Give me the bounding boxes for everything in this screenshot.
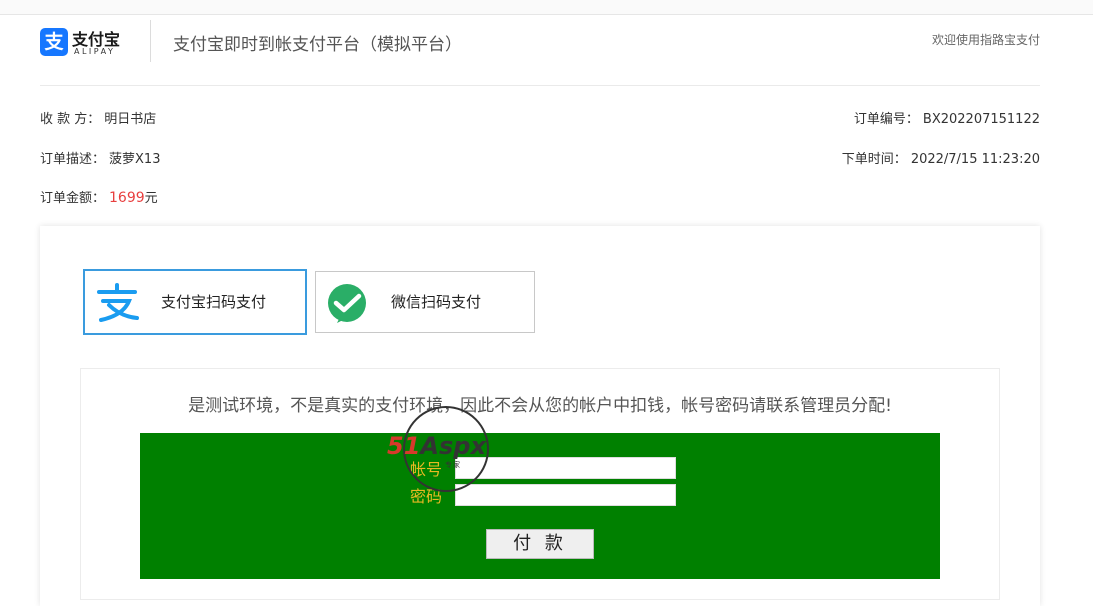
desc-row: 订单描述： 菠萝X13 <box>40 148 160 167</box>
alipay-logo: 支 支付宝 ALIPAY <box>40 26 130 58</box>
password-input[interactable] <box>455 484 676 506</box>
payee-label: 收 款 方： <box>40 112 101 127</box>
account-input[interactable] <box>455 457 676 479</box>
account-label: 帐号 <box>410 460 443 479</box>
wechat-pay-icon <box>328 284 366 323</box>
order-no-row: 订单编号： BX202207151122 <box>854 108 1040 127</box>
password-label: 密码 <box>410 487 443 506</box>
order-no-label: 订单编号： <box>853 112 919 127</box>
amount-unit: 元 <box>144 191 158 206</box>
tab-alipay-label: 支付宝扫码支付 <box>161 293 267 311</box>
order-time-row: 下单时间： 2022/7/15 11:23:20 <box>842 148 1040 167</box>
order-no-value: BX202207151122 <box>922 112 1040 127</box>
browser-bookmarks-strip <box>0 0 1093 15</box>
header-divider <box>150 20 151 62</box>
page-header: 支 支付宝 ALIPAY 支付宝即时到帐支付平台（模拟平台） 欢迎使用指路宝支付 <box>40 20 1040 86</box>
desc-value: 菠萝X13 <box>109 152 161 167</box>
payee-value: 明日书店 <box>104 112 157 127</box>
page-title: 支付宝即时到帐支付平台（模拟平台） <box>173 35 462 55</box>
logo-en-text: ALIPAY <box>74 47 116 56</box>
tab-wechat-label: 微信扫码支付 <box>391 293 482 311</box>
alipay-icon <box>97 283 139 322</box>
tab-alipay-scan-pay[interactable]: 支付宝扫码支付 <box>83 269 307 335</box>
amount-row: 订单金额： 1699元 <box>40 187 158 206</box>
desc-label: 订单描述： <box>40 152 106 167</box>
login-form: 帐号 密码 付 款 <box>140 433 940 579</box>
payment-panel: 支付宝扫码支付 微信扫码支付 是测试环境，不是真实的支付环境，因此不会从您的帐户… <box>40 226 1040 606</box>
order-time-value: 2022/7/15 11:23:20 <box>910 152 1040 167</box>
tab-wechat-scan-pay[interactable]: 微信扫码支付 <box>315 271 535 333</box>
order-time-label: 下单时间： <box>841 152 907 167</box>
test-env-notice: 是测试环境，不是真实的支付环境，因此不会从您的帐户中扣钱，帐号密码请联系管理员分… <box>188 396 892 416</box>
login-box: 是测试环境，不是真实的支付环境，因此不会从您的帐户中扣钱，帐号密码请联系管理员分… <box>80 368 1000 600</box>
amount-value: 1699 <box>109 190 145 206</box>
payee-row: 收 款 方： 明日书店 <box>40 108 156 127</box>
alipay-logo-icon: 支 <box>40 28 68 56</box>
amount-label: 订单金额： <box>40 191 106 206</box>
welcome-text: 欢迎使用指路宝支付 <box>931 33 1040 47</box>
pay-button[interactable]: 付 款 <box>486 529 594 559</box>
